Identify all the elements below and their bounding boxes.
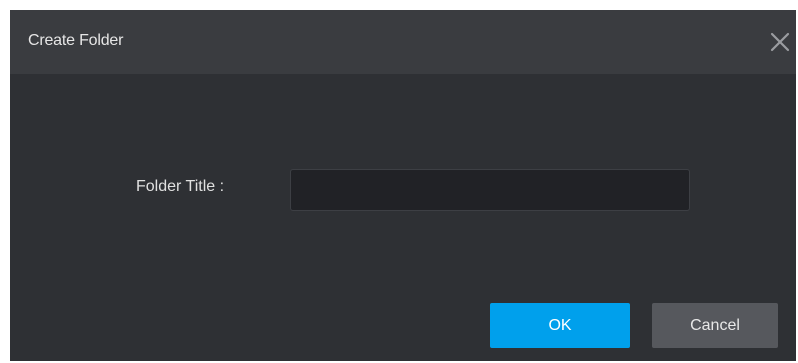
create-folder-dialog: Create Folder Folder Title : OK Cancel xyxy=(10,10,796,361)
ok-button[interactable]: OK xyxy=(490,303,630,348)
close-icon-glyph xyxy=(770,32,790,52)
dialog-titlebar: Create Folder xyxy=(10,10,796,74)
dialog-title: Create Folder xyxy=(28,32,124,49)
cancel-button[interactable]: Cancel xyxy=(652,303,778,348)
folder-title-input[interactable] xyxy=(290,169,690,211)
folder-title-label: Folder Title : xyxy=(136,178,225,195)
close-icon[interactable] xyxy=(768,30,792,54)
